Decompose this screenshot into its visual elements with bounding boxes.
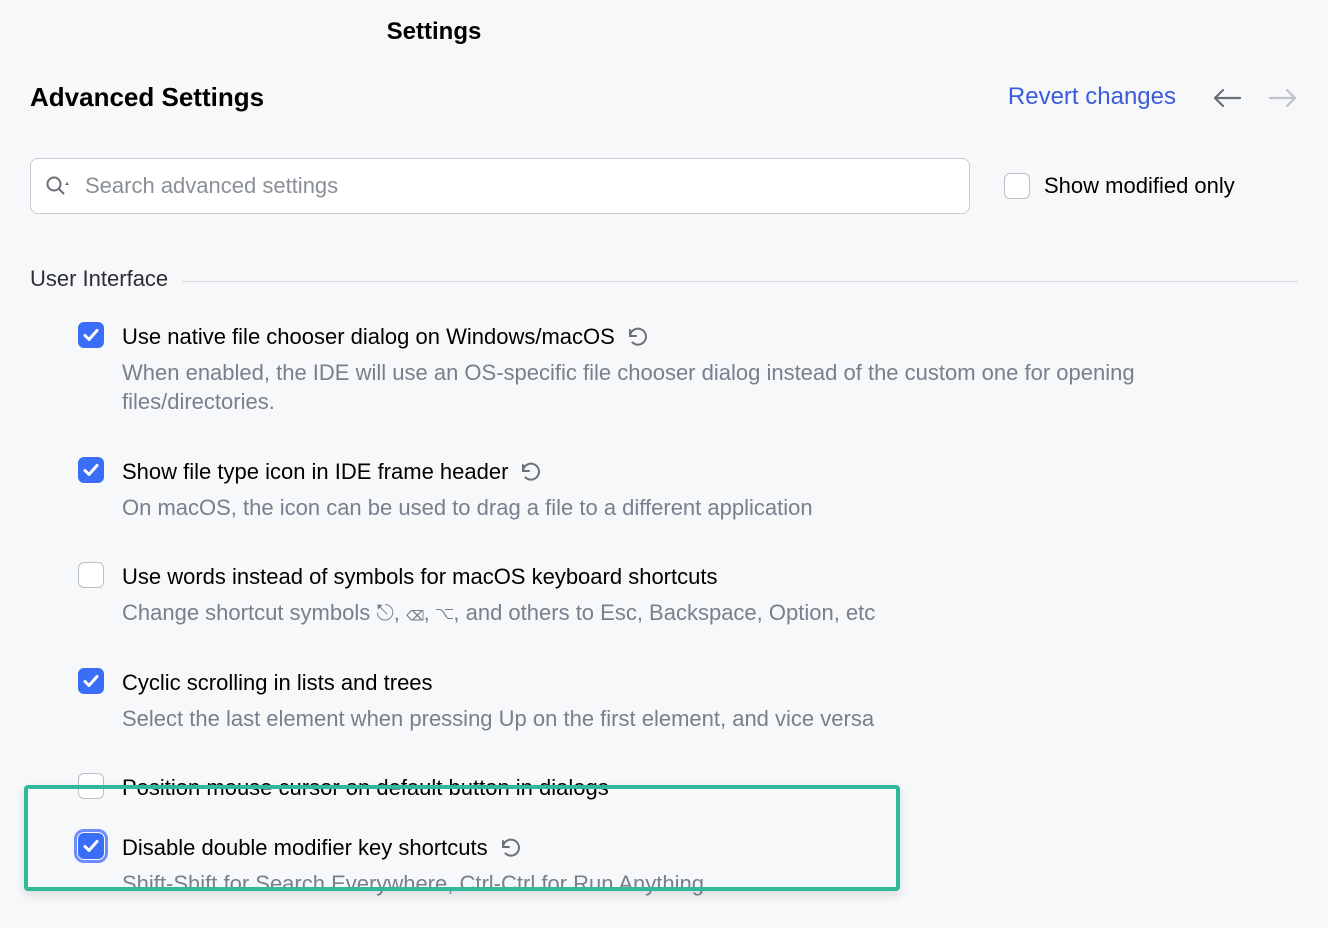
option-row: Cyclic scrolling in lists and trees Selec… xyxy=(78,658,1298,737)
revert-icon[interactable] xyxy=(498,836,524,860)
show-modified-only-toggle[interactable]: Show modified only xyxy=(1004,171,1235,201)
option-description: Shift-Shift for Search Everywhere, Ctrl-… xyxy=(122,869,1222,899)
revert-icon[interactable] xyxy=(518,460,544,484)
option-row: Position mouse cursor on default button … xyxy=(78,763,1298,807)
option-label[interactable]: Position mouse cursor on default button … xyxy=(122,773,609,803)
option-description: When enabled, the IDE will use an OS-spe… xyxy=(122,358,1222,417)
search-input[interactable] xyxy=(83,172,955,200)
option-checkbox[interactable] xyxy=(78,322,104,348)
option-label[interactable]: Use words instead of symbols for macOS k… xyxy=(122,562,717,592)
search-icon xyxy=(45,175,71,197)
option-row: Use native file chooser dialog on Window… xyxy=(78,312,1298,421)
option-label[interactable]: Show file type icon in IDE frame header xyxy=(122,457,508,487)
nav-forward-icon[interactable] xyxy=(1268,87,1298,109)
nav-back-icon[interactable] xyxy=(1212,87,1242,109)
window-title: Settings xyxy=(0,16,1328,48)
option-checkbox[interactable] xyxy=(78,833,104,859)
option-checkbox[interactable] xyxy=(78,562,104,588)
option-checkbox[interactable] xyxy=(78,457,104,483)
search-input-container[interactable] xyxy=(30,158,970,214)
option-row: Use words instead of symbols for macOS k… xyxy=(78,552,1298,631)
option-label[interactable]: Disable double modifier key shortcuts xyxy=(122,833,488,863)
option-checkbox[interactable] xyxy=(78,773,104,799)
option-row: Show file type icon in IDE frame header O… xyxy=(78,447,1298,526)
show-modified-label: Show modified only xyxy=(1044,171,1235,201)
page-title: Advanced Settings xyxy=(30,80,264,115)
option-label[interactable]: Cyclic scrolling in lists and trees xyxy=(122,668,433,698)
option-description: On macOS, the icon can be used to drag a… xyxy=(122,493,1222,523)
option-description: Select the last element when pressing Up… xyxy=(122,704,1222,734)
revert-icon[interactable] xyxy=(625,325,651,349)
revert-changes-link[interactable]: Revert changes xyxy=(1008,81,1176,113)
show-modified-checkbox[interactable] xyxy=(1004,173,1030,199)
section-title: User Interface xyxy=(30,264,168,294)
option-label[interactable]: Use native file chooser dialog on Window… xyxy=(122,322,615,352)
option-description: Change shortcut symbols ⎋, ⌫, ⌥, and oth… xyxy=(122,598,1222,628)
option-checkbox[interactable] xyxy=(78,668,104,694)
option-row: Disable double modifier key shortcuts Shi… xyxy=(78,823,1298,902)
section-divider xyxy=(182,281,1298,282)
